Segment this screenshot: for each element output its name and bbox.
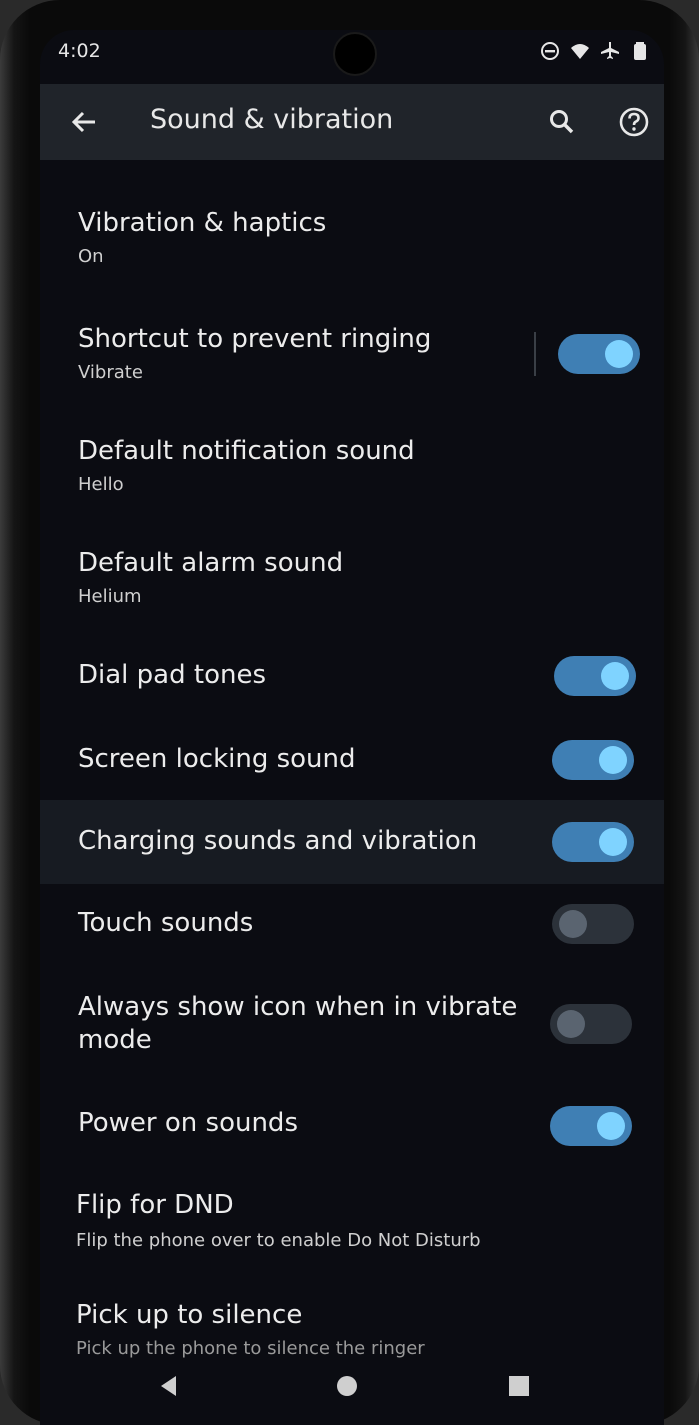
- toggle-knob: [599, 828, 627, 856]
- setting-shortcut-prevent-ringing[interactable]: Shortcut to prevent ringing Vibrate: [40, 308, 664, 406]
- toggle-knob: [605, 340, 633, 368]
- airplane-icon: [601, 42, 619, 59]
- setting-screen-locking-sound[interactable]: Screen locking sound: [40, 720, 664, 802]
- nav-home-button[interactable]: [334, 1373, 360, 1403]
- shortcut-prevent-ringing-toggle[interactable]: [558, 334, 640, 374]
- search-icon: [550, 110, 574, 134]
- battery-icon: [634, 42, 646, 60]
- setting-subtitle: Hello: [78, 474, 124, 495]
- setting-subtitle: Helium: [78, 586, 142, 607]
- setting-title: Flip for DND: [76, 1190, 234, 1220]
- setting-title: Default alarm sound: [78, 548, 344, 578]
- row-divider: [534, 332, 536, 376]
- setting-title: Pick up to silence: [76, 1300, 303, 1330]
- status-time: 4:02: [58, 40, 101, 62]
- setting-title: Default notification sound: [78, 436, 415, 466]
- front-camera: [333, 32, 377, 76]
- toggle-knob: [597, 1112, 625, 1140]
- nav-recents-button[interactable]: [506, 1373, 532, 1403]
- setting-title: Touch sounds: [78, 908, 254, 938]
- setting-title: Power on sounds: [78, 1108, 298, 1138]
- setting-touch-sounds[interactable]: Touch sounds: [40, 886, 664, 968]
- setting-dial-pad-tones[interactable]: Dial pad tones: [40, 636, 664, 718]
- dial-pad-tones-toggle[interactable]: [554, 656, 636, 696]
- toggle-knob: [559, 910, 587, 938]
- setting-default-notification-sound[interactable]: Default notification sound Hello: [40, 422, 664, 520]
- setting-title: Vibration & haptics: [78, 208, 327, 238]
- power-on-sounds-toggle[interactable]: [550, 1106, 632, 1146]
- back-button[interactable]: [62, 100, 106, 144]
- app-bar: Sound & vibration: [40, 84, 664, 160]
- dnd-icon: [541, 42, 559, 60]
- status-bar: 4:02: [40, 30, 664, 80]
- phone-screen: 4:02 Sound & vibration Vibration & hapti…: [40, 30, 664, 1425]
- help-icon: [619, 107, 649, 137]
- setting-title: Screen locking sound: [78, 744, 356, 774]
- page-title: Sound & vibration: [150, 104, 394, 135]
- setting-charging-sounds-vibration[interactable]: Charging sounds and vibration: [40, 800, 664, 884]
- setting-flip-for-dnd[interactable]: Flip for DND Flip the phone over to enab…: [40, 1180, 664, 1282]
- toggle-knob: [557, 1010, 585, 1038]
- setting-title-line1: Always show icon when in vibrate: [78, 992, 518, 1022]
- nav-back-icon: [161, 1376, 176, 1396]
- setting-default-alarm-sound[interactable]: Default alarm sound Helium: [40, 534, 664, 632]
- wifi-icon: [571, 44, 589, 59]
- nav-recents-icon: [509, 1376, 529, 1396]
- setting-title-line2: mode: [78, 1025, 152, 1055]
- vibrate-icon-toggle[interactable]: [550, 1004, 632, 1044]
- touch-sounds-toggle[interactable]: [552, 904, 634, 944]
- setting-power-on-sounds[interactable]: Power on sounds: [40, 1086, 664, 1170]
- setting-title: Shortcut to prevent ringing: [78, 324, 432, 354]
- toggle-knob: [601, 662, 629, 690]
- nav-back-button[interactable]: [156, 1373, 182, 1403]
- nav-home-icon: [337, 1376, 357, 1396]
- setting-vibration-haptics[interactable]: Vibration & haptics On: [40, 190, 664, 290]
- setting-always-show-vibrate-icon[interactable]: Always show icon when in vibrate mode: [40, 980, 664, 1092]
- setting-title: Charging sounds and vibration: [78, 826, 478, 856]
- setting-subtitle: Vibrate: [78, 362, 143, 383]
- charging-sounds-toggle[interactable]: [552, 822, 634, 862]
- help-button[interactable]: [612, 100, 656, 144]
- setting-title: Dial pad tones: [78, 660, 266, 690]
- search-button[interactable]: [540, 100, 584, 144]
- screen-locking-sound-toggle[interactable]: [552, 740, 634, 780]
- setting-subtitle: Flip the phone over to enable Do Not Dis…: [76, 1230, 481, 1251]
- navigation-bar: [40, 1355, 664, 1425]
- back-arrow-icon: [71, 111, 95, 133]
- setting-subtitle: On: [78, 246, 104, 267]
- toggle-knob: [599, 746, 627, 774]
